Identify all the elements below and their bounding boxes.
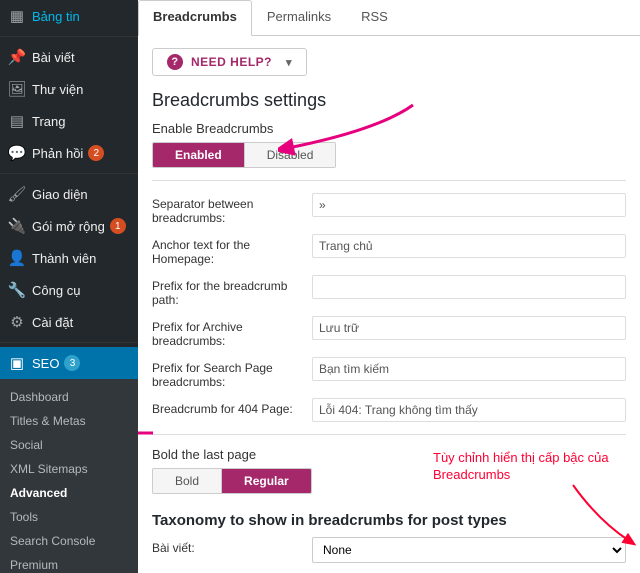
seo-badge: 3 — [64, 355, 80, 371]
tab-permalinks[interactable]: Permalinks — [252, 0, 346, 36]
separator-input[interactable] — [312, 193, 626, 217]
submenu-sitemaps[interactable]: XML Sitemaps — [0, 457, 138, 481]
dashboard-icon: ▦ — [8, 7, 26, 25]
sidebar-item-comments[interactable]: 💬Phản hồi2 — [0, 137, 138, 169]
bold-label: Bold the last page — [152, 447, 626, 462]
sidebar-item-media[interactable]: 🖼Thư viện — [0, 73, 138, 105]
taxonomy-post-label: Bài viết: — [152, 537, 312, 555]
bold-off[interactable]: Bold — [153, 469, 222, 493]
bc-404-label: Breadcrumb for 404 Page: — [152, 398, 312, 416]
submenu-titles[interactable]: Titles & Metas — [0, 409, 138, 433]
need-help-button[interactable]: ? NEED HELP? ▾ — [152, 48, 307, 76]
submenu-search-console[interactable]: Search Console — [0, 529, 138, 553]
prefix-path-input[interactable] — [312, 275, 626, 299]
users-icon: 👤 — [8, 249, 26, 267]
tools-icon: 🔧 — [8, 281, 26, 299]
tab-rss[interactable]: RSS — [346, 0, 403, 36]
seo-submenu: Dashboard Titles & Metas Social XML Site… — [0, 379, 138, 573]
anchor-label: Anchor text for the Homepage: — [152, 234, 312, 266]
plugin-icon: 🔌 — [8, 217, 26, 235]
comment-icon: 💬 — [8, 144, 26, 162]
sidebar-item-posts[interactable]: 📌Bài viết — [0, 41, 138, 73]
separator-label: Separator between breadcrumbs: — [152, 193, 312, 225]
tab-breadcrumbs[interactable]: Breadcrumbs — [138, 0, 252, 36]
anchor-input[interactable] — [312, 234, 626, 258]
taxonomy-heading: Taxonomy to show in breadcrumbs for post… — [152, 512, 626, 529]
bold-on[interactable]: Regular — [222, 469, 311, 493]
prefix-archive-label: Prefix for Archive breadcrumbs: — [152, 316, 312, 348]
plugins-badge: 1 — [110, 218, 126, 234]
sidebar-item-appearance[interactable]: 🖌Giao diện — [0, 178, 138, 210]
sidebar-item-pages[interactable]: ▤Trang — [0, 105, 138, 137]
page-icon: ▤ — [8, 112, 26, 130]
bold-toggle: Bold Regular — [152, 468, 312, 494]
enable-on[interactable]: Enabled — [153, 143, 245, 167]
sidebar-item-plugins[interactable]: 🔌Gói mở rộng1 — [0, 210, 138, 242]
settings-icon: ⚙ — [8, 313, 26, 331]
help-icon: ? — [167, 54, 183, 70]
submenu-advanced[interactable]: Advanced — [0, 481, 138, 505]
submenu-premium[interactable]: Premium — [0, 553, 138, 573]
submenu-dashboard[interactable]: Dashboard — [0, 385, 138, 409]
tab-bar: Breadcrumbs Permalinks RSS — [138, 0, 640, 36]
sidebar-item-settings[interactable]: ⚙Cài đặt — [0, 306, 138, 338]
bc-404-input[interactable] — [312, 398, 626, 422]
submenu-tools[interactable]: Tools — [0, 505, 138, 529]
submenu-social[interactable]: Social — [0, 433, 138, 457]
prefix-search-label: Prefix for Search Page breadcrumbs: — [152, 357, 312, 389]
sidebar-item-seo[interactable]: ▣SEO3 — [0, 347, 138, 379]
media-icon: 🖼 — [8, 80, 26, 98]
admin-sidebar: ▦Bảng tin 📌Bài viết 🖼Thư viện ▤Trang 💬Ph… — [0, 0, 138, 573]
comments-badge: 2 — [88, 145, 104, 161]
sidebar-item-users[interactable]: 👤Thành viên — [0, 242, 138, 274]
seo-icon: ▣ — [8, 354, 26, 372]
brush-icon: 🖌 — [8, 185, 26, 203]
help-label: NEED HELP? — [191, 55, 272, 69]
chevron-down-icon: ▾ — [286, 56, 292, 69]
pin-icon: 📌 — [8, 48, 26, 66]
main-content: Breadcrumbs Permalinks RSS ? NEED HELP? … — [138, 0, 640, 573]
annotation-arrow-1 — [278, 100, 418, 160]
prefix-archive-input[interactable] — [312, 316, 626, 340]
annotation-arrow-3 — [568, 480, 640, 550]
prefix-search-input[interactable] — [312, 357, 626, 381]
annotation-arrow-2 — [138, 418, 158, 448]
sidebar-item-tools[interactable]: 🔧Công cụ — [0, 274, 138, 306]
prefix-path-label: Prefix for the breadcrumb path: — [152, 275, 312, 307]
sidebar-item-dashboard[interactable]: ▦Bảng tin — [0, 0, 138, 32]
